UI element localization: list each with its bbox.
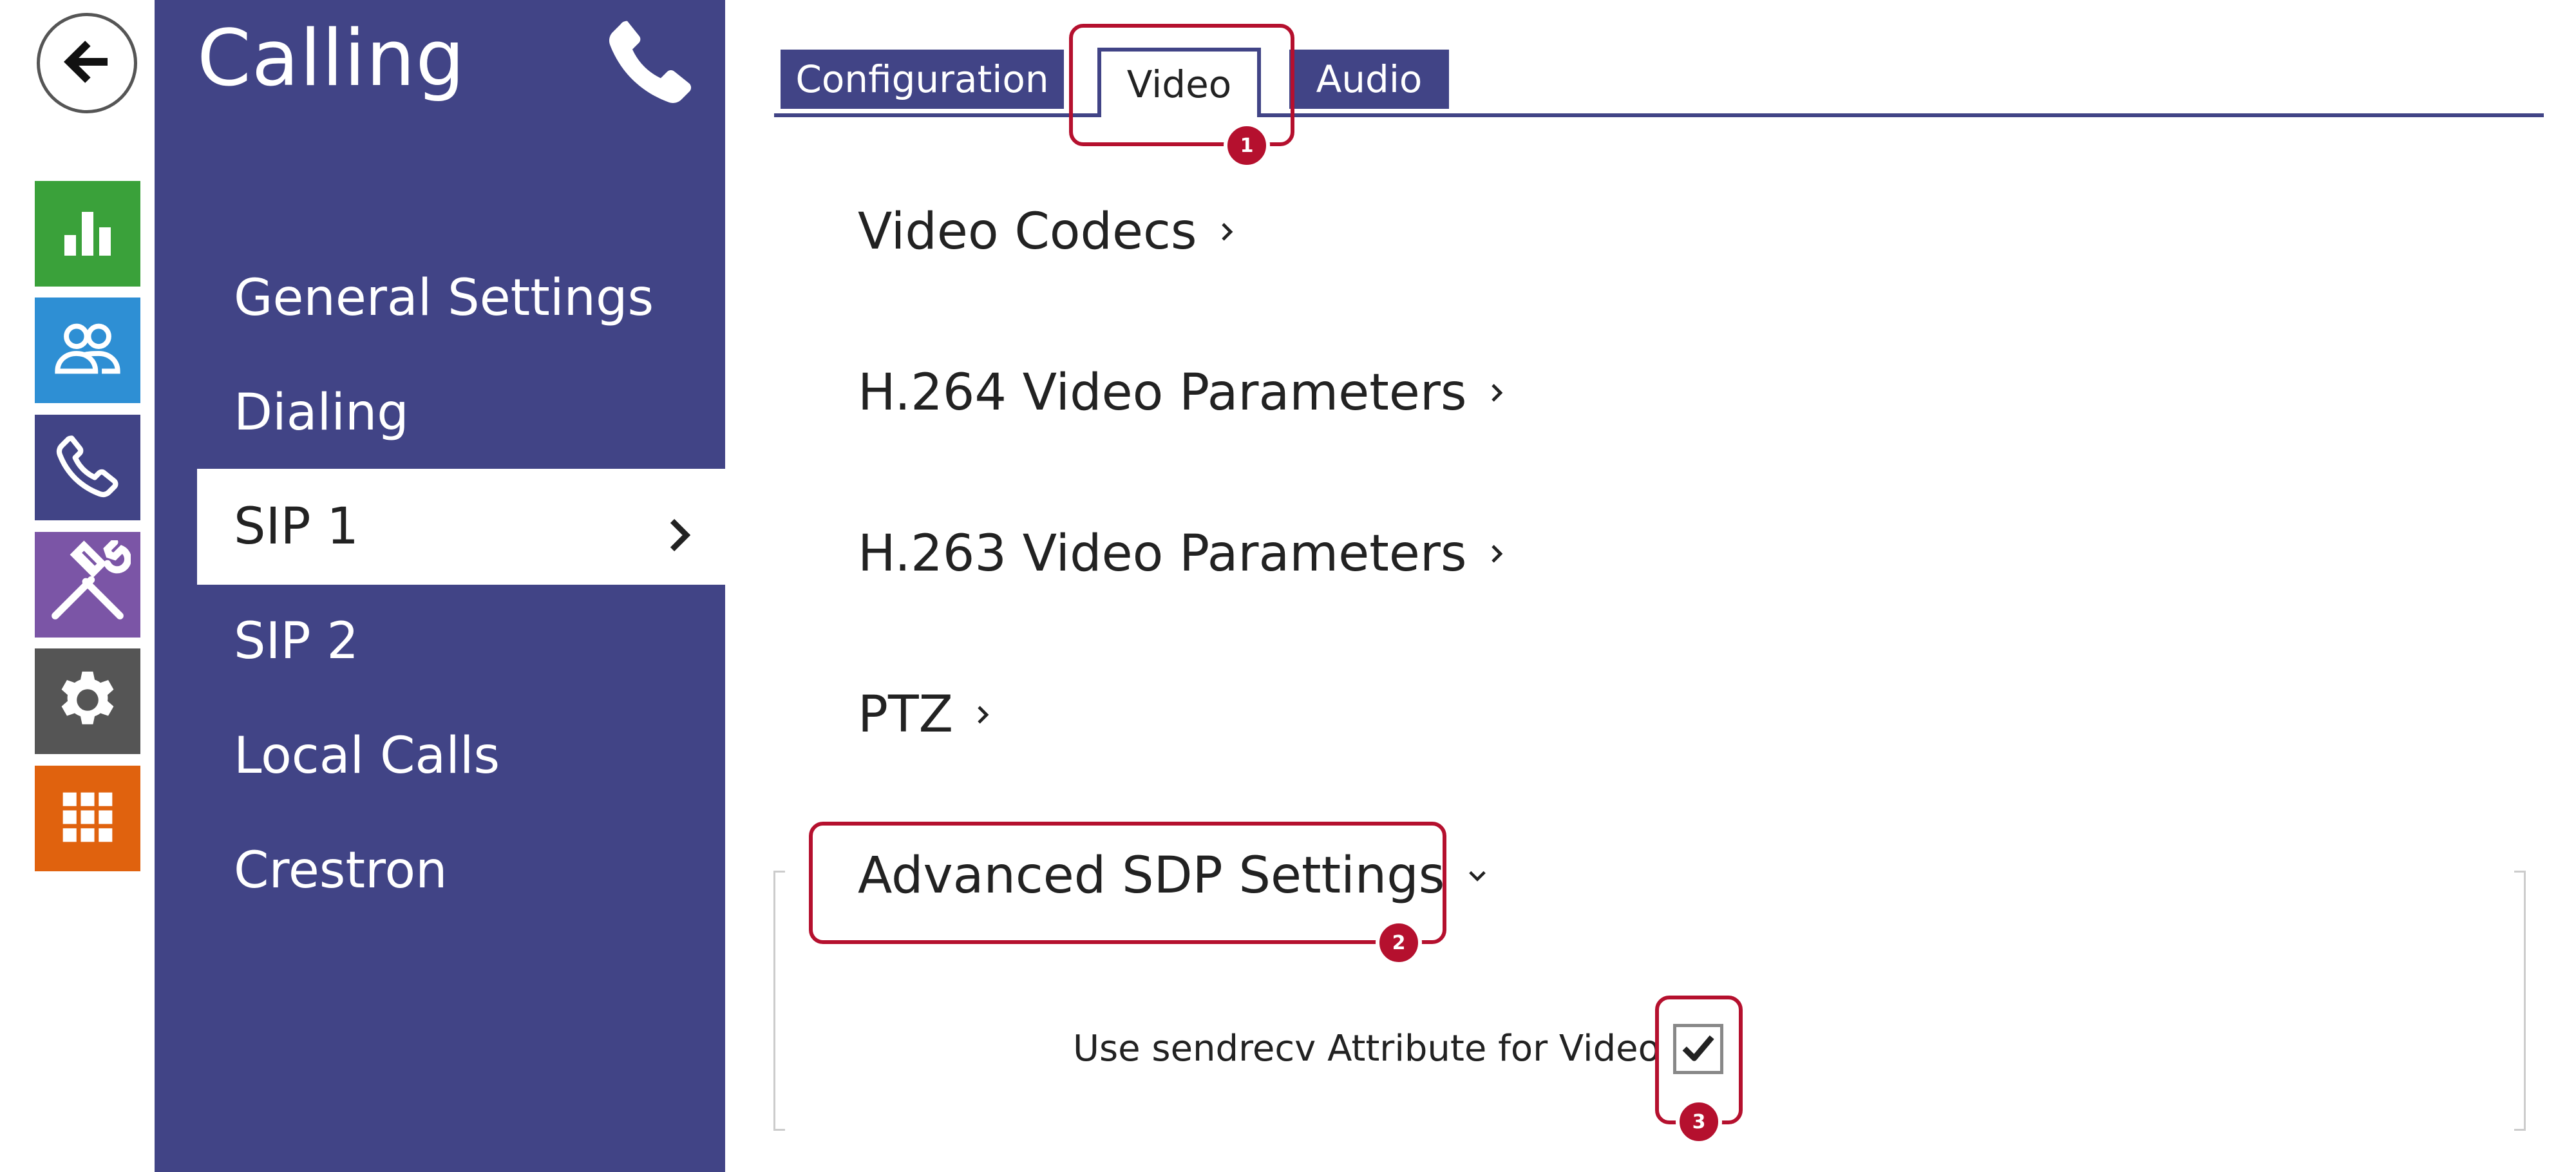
back-button[interactable] [37, 13, 137, 113]
calling-nav-panel: Calling General Settings Dialing SIP 1 S… [155, 0, 725, 1172]
rail-services-tile[interactable] [35, 648, 140, 754]
section-title: H.264 Video Parameters [858, 364, 1467, 422]
nav-item-label: Crestron [234, 842, 448, 900]
nav-item-label: General Settings [234, 269, 654, 327]
gear-icon [47, 659, 128, 743]
nav-item-sip-2[interactable]: SIP 2 [197, 583, 725, 699]
tab-audio[interactable]: Audio [1289, 50, 1449, 109]
rail-calling-tile[interactable] [35, 415, 140, 520]
chevron-right-icon [667, 507, 693, 565]
rail-hardware-tile[interactable] [35, 532, 140, 638]
nav-item-label: Local Calls [234, 727, 500, 785]
tab-configuration[interactable]: Configuration [781, 50, 1064, 109]
chevron-right-icon [1490, 543, 1503, 565]
sendrecv-setting-label: Use sendrecv Attribute for Video [1073, 1027, 1660, 1070]
nav-item-label: Dialing [234, 384, 409, 442]
chevron-down-icon [1468, 869, 1487, 882]
tools-icon [44, 538, 132, 629]
rail-system-tile[interactable] [35, 766, 140, 871]
phone-icon [52, 431, 123, 504]
nav-item-label: SIP 1 [234, 498, 359, 556]
callout-badge: 1 [1224, 122, 1270, 169]
nav-item-dialing[interactable]: Dialing [197, 355, 725, 471]
nav-item-label: SIP 2 [234, 612, 359, 670]
callout-badge: 3 [1676, 1099, 1722, 1145]
nav-title: Calling [197, 14, 466, 104]
phone-icon [599, 10, 702, 116]
section-h263-video-parameters[interactable]: H.263 Video Parameters [858, 509, 1503, 599]
chevron-right-icon [1220, 221, 1233, 243]
section-title: PTZ [858, 686, 954, 744]
bar-chart-icon [57, 202, 118, 266]
chevron-right-icon [976, 704, 989, 726]
callout-badge: 2 [1376, 920, 1422, 966]
section-bracket-left [773, 871, 785, 1131]
chevron-right-icon [1490, 382, 1503, 404]
section-h264-video-parameters[interactable]: H.264 Video Parameters [858, 348, 1503, 438]
section-ptz[interactable]: PTZ [858, 670, 989, 760]
section-bracket-right [2514, 871, 2526, 1131]
section-title: H.263 Video Parameters [858, 525, 1467, 583]
arrow-left-icon [56, 31, 118, 95]
nav-item-crestron[interactable]: Crestron [197, 813, 725, 929]
section-video-codecs[interactable]: Video Codecs [858, 187, 1233, 277]
rail-status-tile[interactable] [35, 181, 140, 287]
grid-icon [58, 788, 117, 849]
nav-item-sip-1[interactable]: SIP 1 [197, 469, 725, 585]
nav-item-general-settings[interactable]: General Settings [197, 240, 725, 356]
nav-item-local-calls[interactable]: Local Calls [197, 698, 725, 814]
users-icon [50, 311, 126, 390]
section-title: Video Codecs [858, 203, 1197, 261]
tab-underline [774, 113, 2544, 117]
rail-directory-tile[interactable] [35, 298, 140, 403]
callout-box [809, 822, 1446, 944]
